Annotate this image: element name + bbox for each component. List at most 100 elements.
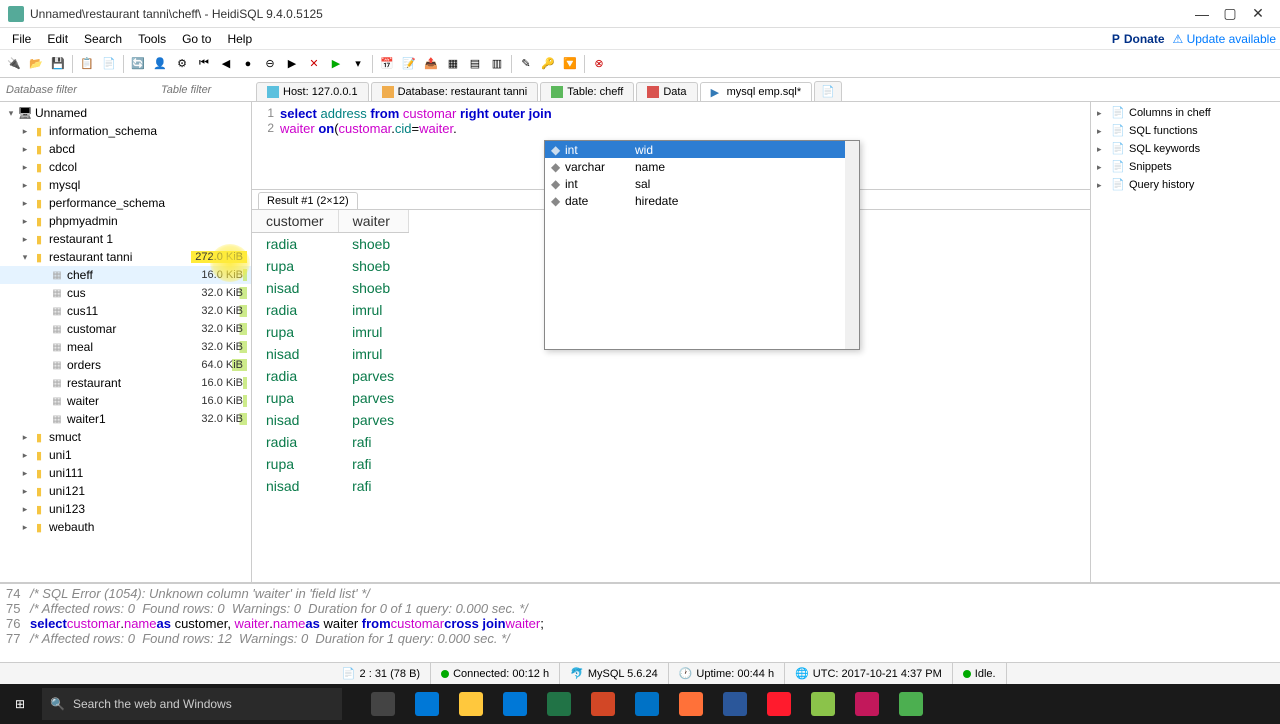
menu-help[interactable]: Help (219, 30, 260, 48)
tree-db-restaurant 1[interactable]: ▸restaurant 1 (0, 230, 251, 248)
autocomplete-scrollbar[interactable] (845, 141, 859, 349)
tree-table-customar[interactable]: customar32.0 KiB (0, 320, 251, 338)
tab-host[interactable]: Host: 127.0.0.1 (256, 82, 369, 101)
ac-item-name[interactable]: ◆varcharname (545, 158, 859, 175)
taskbar-store[interactable] (494, 684, 536, 724)
minimize-button[interactable]: — (1188, 4, 1216, 24)
taskbar-word[interactable] (714, 684, 756, 724)
taskbar-search[interactable]: 🔍Search the web and Windows (42, 688, 342, 720)
table-row[interactable]: nisadparves (252, 409, 408, 431)
menu-edit[interactable]: Edit (39, 30, 76, 48)
tb-calendar[interactable]: 📅 (377, 54, 397, 74)
tb-run-dd[interactable]: ▾ (348, 54, 368, 74)
table-row[interactable]: radiarafi (252, 431, 408, 453)
rp-SQL keywords[interactable]: ▸📄SQL keywords (1093, 140, 1278, 158)
tab-table[interactable]: Table: cheff (540, 82, 634, 101)
table-row[interactable]: nisadimrul (252, 343, 408, 365)
log-panel[interactable]: 74/* SQL Error (1054): Unknown column 'w… (0, 582, 1280, 662)
tree-table-meal[interactable]: meal32.0 KiB (0, 338, 251, 356)
tree-table-waiter[interactable]: waiter16.0 KiB (0, 392, 251, 410)
tree-db-performance_schema[interactable]: ▸performance_schema (0, 194, 251, 212)
table-row[interactable]: nisadshoeb (252, 277, 408, 299)
ac-item-wid[interactable]: ◆intwid (545, 141, 859, 158)
col-customer[interactable]: customer (252, 210, 338, 233)
tb-run[interactable]: ▶ (326, 54, 346, 74)
start-button[interactable]: ⊞ (0, 684, 40, 724)
taskbar-excel[interactable] (538, 684, 580, 724)
taskbar-edge[interactable] (406, 684, 448, 724)
tree-table-cheff[interactable]: cheff16.0 KiB (0, 266, 251, 284)
tab-query[interactable]: ▶mysql emp.sql* (700, 82, 813, 101)
tree-db-restaurant tanni[interactable]: ▾restaurant tanni272.0 KiB (0, 248, 251, 266)
table-row[interactable]: rupashoeb (252, 255, 408, 277)
tb-stop[interactable]: ● (238, 54, 258, 74)
tb-next[interactable]: ▶ (282, 54, 302, 74)
tree-db-uni111[interactable]: ▸uni111 (0, 464, 251, 482)
tab-new-query[interactable]: 📄 (814, 81, 842, 101)
tb-users[interactable]: 👤 (150, 54, 170, 74)
rp-Columns in cheff[interactable]: ▸📄Columns in cheff (1093, 104, 1278, 122)
tree-db-webauth[interactable]: ▸webauth (0, 518, 251, 536)
tree-table-cus[interactable]: cus32.0 KiB (0, 284, 251, 302)
table-row[interactable]: radiaimrul (252, 299, 408, 321)
taskbar-firefox[interactable] (670, 684, 712, 724)
tb-copy[interactable]: 📋 (77, 54, 97, 74)
taskbar-app[interactable] (846, 684, 888, 724)
tb-close-tab[interactable]: ⊗ (589, 54, 609, 74)
taskbar-notepad[interactable] (802, 684, 844, 724)
tree-db-cdcol[interactable]: ▸cdcol (0, 158, 251, 176)
tb-new-session[interactable]: 🔌 (4, 54, 24, 74)
table-row[interactable]: rupaparves (252, 387, 408, 409)
tb-grid1[interactable]: ▦ (443, 54, 463, 74)
tree-db-mysql[interactable]: ▸mysql (0, 176, 251, 194)
tb-grid2[interactable]: ▤ (465, 54, 485, 74)
menu-file[interactable]: File (4, 30, 39, 48)
taskbar-opera[interactable] (758, 684, 800, 724)
rp-Snippets[interactable]: ▸📄Snippets (1093, 158, 1278, 176)
table-row[interactable]: radiaparves (252, 365, 408, 387)
task-view-icon[interactable] (362, 684, 404, 724)
ac-item-hiredate[interactable]: ◆datehiredate (545, 192, 859, 209)
tb-key[interactable]: 🔑 (538, 54, 558, 74)
tb-next-no[interactable]: ⊖ (260, 54, 280, 74)
menu-tools[interactable]: Tools (130, 30, 174, 48)
ac-item-sal[interactable]: ◆intsal (545, 175, 859, 192)
database-tree[interactable]: ▾🖥Unnamed▸information_schema▸abcd▸cdcol▸… (0, 102, 252, 582)
table-row[interactable]: ruparafi (252, 453, 408, 475)
tb-paste[interactable]: 📄 (99, 54, 119, 74)
tree-db-information_schema[interactable]: ▸information_schema (0, 122, 251, 140)
table-row[interactable]: nisadrafi (252, 475, 408, 497)
taskbar-explorer[interactable] (450, 684, 492, 724)
table-row[interactable]: radiashoeb (252, 233, 408, 255)
rp-SQL functions[interactable]: ▸📄SQL functions (1093, 122, 1278, 140)
tb-save[interactable]: 💾 (48, 54, 68, 74)
tree-table-restaurant[interactable]: restaurant16.0 KiB (0, 374, 251, 392)
taskbar-powerpoint[interactable] (582, 684, 624, 724)
tab-data[interactable]: Data (636, 82, 697, 101)
donate-button[interactable]: PDonate (1104, 32, 1173, 46)
tree-table-cus11[interactable]: cus1132.0 KiB (0, 302, 251, 320)
menu-goto[interactable]: Go to (174, 30, 219, 48)
taskbar-outlook[interactable] (626, 684, 668, 724)
tb-funnel[interactable]: 🔽 (560, 54, 580, 74)
tree-db-uni123[interactable]: ▸uni123 (0, 500, 251, 518)
tb-first[interactable]: ⏮ (194, 54, 214, 74)
tb-grid3[interactable]: ▥ (487, 54, 507, 74)
maximize-button[interactable]: ▢ (1216, 4, 1244, 24)
tb-open[interactable]: 📂 (26, 54, 46, 74)
taskbar-heidisql[interactable] (890, 684, 932, 724)
tb-export[interactable]: 📤 (421, 54, 441, 74)
tree-root[interactable]: ▾🖥Unnamed (0, 104, 251, 122)
tb-refresh[interactable]: 🔄 (128, 54, 148, 74)
tb-sql[interactable]: 📝 (399, 54, 419, 74)
rp-Query history[interactable]: ▸📄Query history (1093, 176, 1278, 194)
tab-database[interactable]: Database: restaurant tanni (371, 82, 539, 101)
tree-db-smuct[interactable]: ▸smuct (0, 428, 251, 446)
tb-cancel[interactable]: ✕ (304, 54, 324, 74)
update-link[interactable]: ⚠ Update available (1173, 32, 1277, 46)
tree-db-phpmyadmin[interactable]: ▸phpmyadmin (0, 212, 251, 230)
database-filter-input[interactable] (0, 78, 155, 101)
tree-db-uni121[interactable]: ▸uni121 (0, 482, 251, 500)
col-waiter[interactable]: waiter (338, 210, 408, 233)
close-button[interactable]: ✕ (1244, 4, 1272, 24)
